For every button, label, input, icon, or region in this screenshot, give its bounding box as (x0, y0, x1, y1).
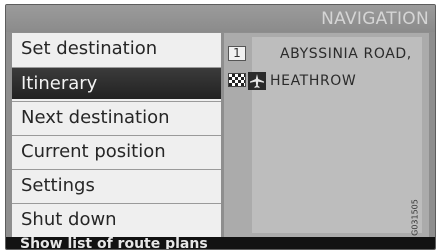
route-stop-row[interactable]: 1 ABYSSINIA ROAD, (228, 43, 428, 65)
menu-item-current-position[interactable]: Current position (12, 135, 221, 167)
header-bar: NAVIGATION (6, 5, 435, 32)
route-destination-row[interactable]: HEATHROW (228, 70, 428, 92)
watermark-code: G031505 (410, 199, 420, 236)
menu-item-set-destination[interactable]: Set destination (12, 33, 221, 65)
menu-item-shut-down[interactable]: Shut down (12, 203, 221, 235)
route-destination-name: HEATHROW (270, 73, 357, 89)
navigation-screen: NAVIGATION Set destination Itinerary Nex… (0, 0, 438, 252)
route-stop-name: ABYSSINIA ROAD, (280, 46, 412, 62)
watermark: G031505 (409, 199, 421, 239)
menu-item-next-destination[interactable]: Next destination (12, 101, 221, 133)
status-hint-text: Show list of route plans (20, 236, 208, 250)
display-frame: NAVIGATION Set destination Itinerary Nex… (5, 4, 436, 250)
checkered-flag-icon (228, 73, 246, 87)
menu-item-itinerary[interactable]: Itinerary (12, 67, 221, 99)
waypoint-number-icon: 1 (228, 46, 246, 61)
airplane-icon (248, 72, 266, 90)
screen-title: NAVIGATION (321, 9, 429, 29)
itinerary-panel: 1 ABYSSINIA ROAD, HEATHROW (224, 33, 429, 239)
status-bar: Show list of route plans (6, 236, 435, 250)
navigation-menu: Set destination Itinerary Next destinati… (12, 33, 221, 239)
route-list-area (252, 37, 422, 233)
menu-item-settings[interactable]: Settings (12, 169, 221, 201)
